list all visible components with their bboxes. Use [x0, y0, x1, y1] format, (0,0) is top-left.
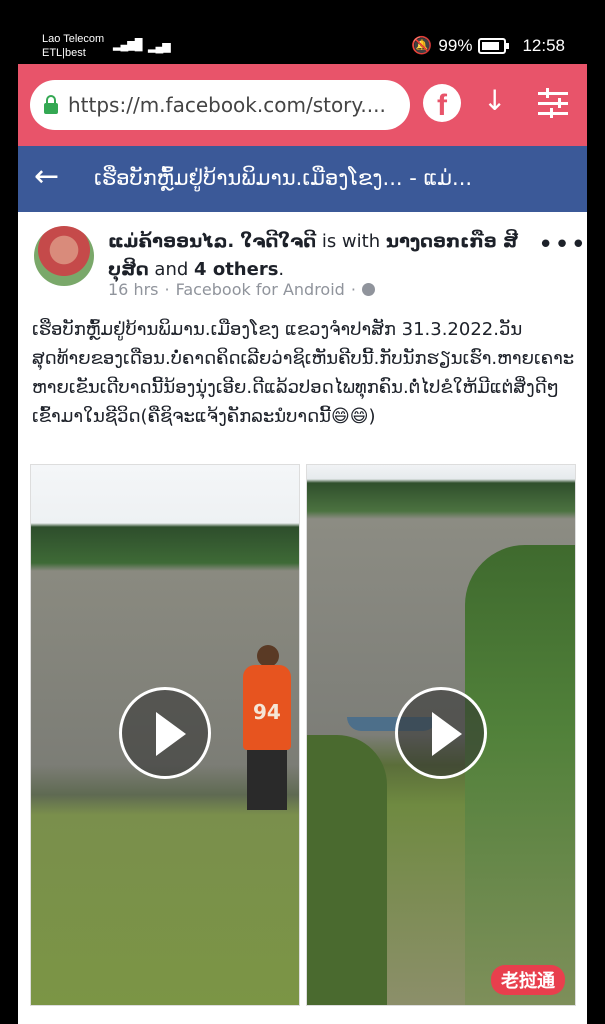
- signal-icon: ▂▄▆█: [113, 39, 142, 51]
- settings-sliders-icon[interactable]: [538, 88, 568, 118]
- post-text: ເຮືອບັກຫຼົ້ມຢູ່ບ້ານພິມານ.ເມືອງໂຂງ ແຂວງຈຳ…: [32, 319, 575, 427]
- person-figure: [247, 750, 287, 810]
- play-icon[interactable]: [119, 687, 211, 779]
- download-icon[interactable]: ↓: [483, 84, 506, 117]
- meta-separator: ·: [164, 280, 170, 299]
- clock: 12:58: [522, 36, 565, 55]
- post-time[interactable]: 16 hrs: [108, 280, 159, 299]
- status-right: 🔕 99% 12:58: [411, 36, 565, 56]
- and-text: and: [154, 259, 189, 280]
- author-name[interactable]: ແມ່ຄ້າອອນໄລ. ໃຈດີໃຈດີ: [108, 231, 316, 252]
- page-title: ເຮືອບັກຫຼົ້ມຢູ່ບ້ານພິມານ.ເມືອງໂຂງ... - ແ…: [94, 166, 473, 190]
- video-thumbnail-1[interactable]: 94: [30, 464, 300, 1006]
- mute-icon: 🔕: [411, 36, 433, 55]
- others-link[interactable]: 4 others: [194, 259, 278, 280]
- meta-separator-2: ·: [350, 280, 356, 299]
- signal-icon-2: ▂▄▆: [148, 41, 171, 53]
- post-card: ແມ່ຄ້າອອນໄລ. ໃຈດີໃຈດີ is with ນາງດອກເກືອ…: [18, 212, 587, 1024]
- carrier-name: Lao Telecom: [42, 33, 105, 45]
- page-header: ← ເຮືອບັກຫຼົ້ມຢູ່ບ້ານພິມານ.ເມືອງໂຂງ... -…: [18, 146, 587, 212]
- url-text[interactable]: https://m.facebook.com/story....: [68, 93, 398, 117]
- carrier-secondary: ETL|best: [42, 47, 86, 59]
- person-figure: [257, 645, 279, 667]
- foliage: [465, 545, 575, 1005]
- lock-icon: [44, 94, 58, 114]
- facebook-icon[interactable]: f: [423, 84, 461, 122]
- with-text: is with: [321, 231, 381, 252]
- url-bar[interactable]: https://m.facebook.com/story....: [30, 80, 410, 130]
- more-options-icon[interactable]: •••: [538, 230, 587, 260]
- globe-icon: [361, 283, 375, 296]
- shore: [307, 735, 387, 1005]
- avatar[interactable]: [34, 226, 94, 286]
- play-icon[interactable]: [395, 687, 487, 779]
- jersey-number: 94: [253, 700, 281, 724]
- watermark-logo: 老挝通: [491, 965, 565, 995]
- post-source: Facebook for Android: [175, 280, 345, 299]
- battery-icon: [478, 38, 510, 54]
- post-header: ແມ່ຄ້າອອນໄລ. ໃຈດີໃຈດີ is with ນາງດອກເກືອ…: [108, 231, 518, 280]
- post-meta: 16 hrs · Facebook for Android ·: [108, 280, 375, 299]
- browser-toolbar: https://m.facebook.com/story.... f ↓: [18, 64, 587, 146]
- carrier-label: Lao Telecom ETL|best: [42, 32, 104, 60]
- status-bar: Lao Telecom ETL|best ▂▄▆█ ▂▄▆ 🔕 99% 12:5…: [0, 28, 605, 64]
- video-thumbnail-2[interactable]: 老挝通: [306, 464, 576, 1006]
- back-arrow-icon[interactable]: ←: [34, 160, 59, 194]
- battery-percent: 99%: [438, 36, 473, 55]
